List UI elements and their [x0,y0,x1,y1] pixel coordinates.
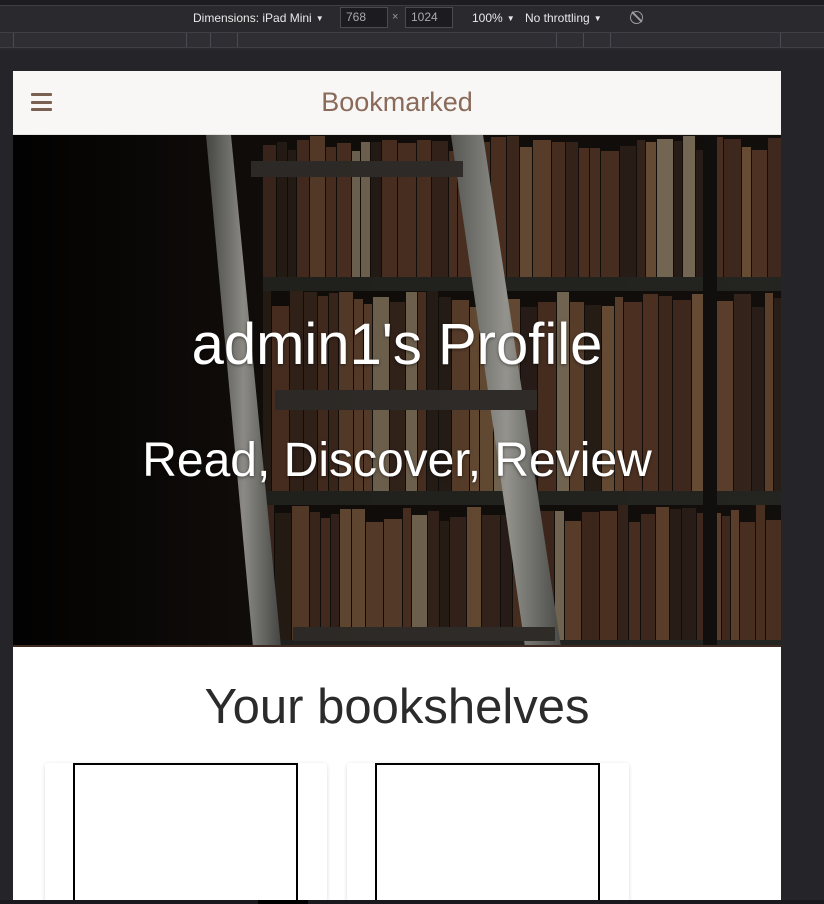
devtools-controls: Dimensions: iPad Mini ▼ 768 × 1024 100% ▼ … [0,6,824,30]
hero-banner: admin1's Profile Read, Discover, Review [13,135,781,647]
throttling-select-label: No throttling [525,11,590,25]
chevron-down-icon: ▼ [315,14,324,23]
library-bookshelf-background [13,135,781,645]
device-select-label: Dimensions: iPad Mini [193,11,312,25]
page-viewport: Bookmarked admin1's Profile Read, Discov… [13,71,781,904]
zoom-select[interactable]: 100% ▼ [472,11,515,25]
devtools-bottom-edge [0,900,824,904]
chevron-down-icon: ▼ [506,14,515,23]
rotate-disabled-icon[interactable] [630,11,643,24]
zoom-select-label: 100% [472,11,503,25]
bookshelf-cover-image[interactable] [375,763,600,904]
bookshelves-heading: Your bookshelves [204,680,590,734]
bookshelf-card[interactable] [347,763,629,904]
brand-logo[interactable]: Bookmarked [13,71,781,135]
bookshelf-cover-image[interactable] [73,763,298,904]
devtools-device-toolbar: Dimensions: iPad Mini ▼ 768 × 1024 100% ▼ … [0,0,824,50]
throttling-select[interactable]: No throttling ▼ [525,11,602,25]
bookshelf-card[interactable] [45,763,327,904]
dimension-separator: × [392,11,399,23]
hero-tagline: Read, Discover, Review [142,434,652,487]
navbar: Bookmarked [13,71,781,135]
hamburger-menu-icon[interactable] [31,93,52,111]
device-select[interactable]: Dimensions: iPad Mini ▼ [193,11,324,25]
profile-title: admin1's Profile [191,312,603,377]
chevron-down-icon: ▼ [593,14,602,23]
width-input[interactable]: 768 [340,7,388,28]
height-input[interactable]: 1024 [405,7,453,28]
devtools-ruler [0,32,824,48]
